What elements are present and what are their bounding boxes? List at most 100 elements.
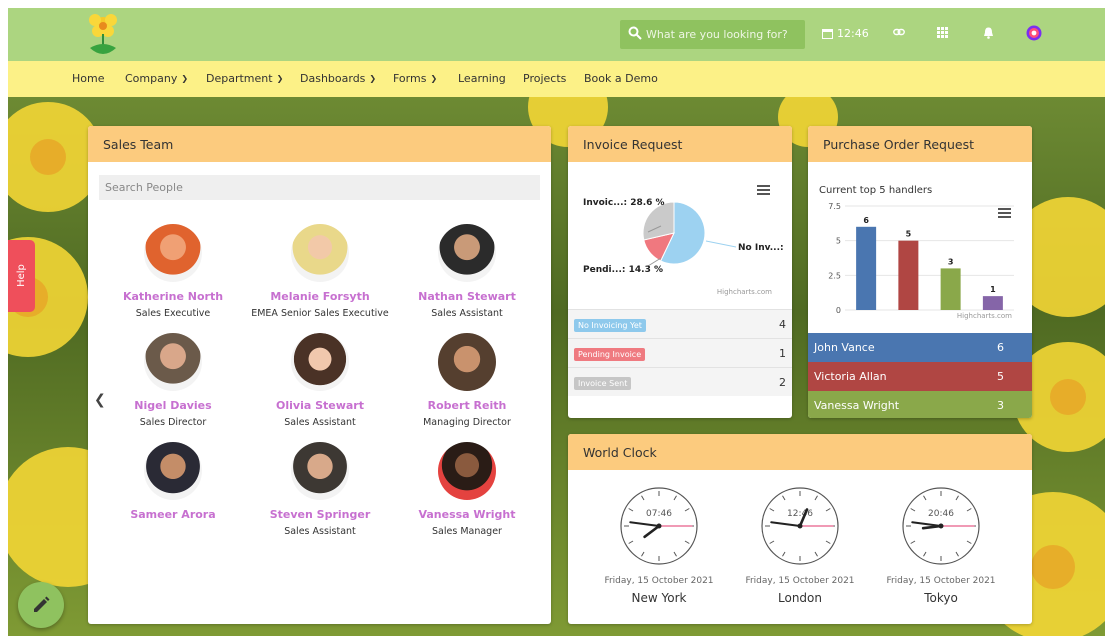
nav-department[interactable]: Department ❯ bbox=[206, 72, 283, 85]
status-badge: Invoice Sent bbox=[574, 377, 632, 390]
invoice-status-row[interactable]: No Invoicing Yet 4 bbox=[568, 309, 792, 338]
global-search[interactable] bbox=[620, 20, 805, 49]
person-card[interactable]: Katherine North Sales Executive bbox=[98, 224, 248, 319]
avatar bbox=[144, 333, 202, 391]
person-card[interactable]: Vanessa Wright Sales Manager bbox=[392, 442, 542, 537]
y-tick-label: 2.5 bbox=[828, 271, 841, 280]
invoice-status-row[interactable]: Invoice Sent 2 bbox=[568, 367, 792, 396]
clock-date: Friday, 15 October 2021 bbox=[886, 576, 996, 586]
person-name[interactable]: Vanessa Wright bbox=[392, 508, 542, 521]
chart-credit: Highcharts.com bbox=[957, 312, 1012, 320]
handler-name: John Vance bbox=[814, 341, 875, 354]
avatar bbox=[438, 333, 496, 391]
global-search-input[interactable] bbox=[646, 24, 798, 45]
chart-menu-icon[interactable] bbox=[998, 208, 1011, 218]
person-role: Sales Assistant bbox=[284, 417, 356, 428]
bar[interactable] bbox=[856, 226, 877, 310]
person-card[interactable]: Robert Reith Managing Director bbox=[392, 333, 542, 428]
handler-row[interactable]: Victoria Allan 5 bbox=[808, 362, 1032, 391]
nav-company[interactable]: Company ❯ bbox=[125, 72, 188, 85]
apps-grid-icon[interactable] bbox=[937, 27, 948, 38]
avatar bbox=[291, 442, 349, 500]
person-name[interactable]: Steven Springer bbox=[245, 508, 395, 521]
pie-label-pending: Pendi...: 14.3 % bbox=[583, 265, 663, 275]
bar[interactable] bbox=[982, 296, 1003, 310]
nav-projects[interactable]: Projects bbox=[523, 72, 566, 85]
person-role: EMEA Senior Sales Executive bbox=[251, 308, 389, 319]
handler-count: 6 bbox=[997, 341, 1004, 354]
handler-name: Victoria Allan bbox=[814, 370, 887, 383]
bar[interactable] bbox=[898, 240, 919, 310]
nav-forms[interactable]: Forms ❯ bbox=[393, 72, 437, 85]
nav-home[interactable]: Home bbox=[72, 72, 104, 85]
handler-row[interactable]: John Vance 6 bbox=[808, 333, 1032, 362]
person-name[interactable]: Olivia Stewart bbox=[245, 399, 395, 412]
invoice-status-row[interactable]: Pending Invoice 1 bbox=[568, 338, 792, 367]
clock-city: Tokyo bbox=[924, 591, 958, 605]
search-icon[interactable] bbox=[628, 26, 642, 43]
person-name[interactable]: Sameer Arora bbox=[98, 508, 248, 521]
status-badge: No Invoicing Yet bbox=[574, 319, 646, 332]
person-card[interactable]: Nigel Davies Sales Director bbox=[98, 333, 248, 428]
status-badge: Pending Invoice bbox=[574, 348, 646, 361]
person-name[interactable]: Melanie Forsyth bbox=[245, 290, 395, 303]
panel-title: Sales Team bbox=[88, 126, 551, 162]
bar[interactable] bbox=[940, 268, 961, 310]
avatar bbox=[291, 333, 349, 391]
clock-item: 12:46 Friday, 15 October 2021 London bbox=[725, 484, 875, 605]
clock-item: 20:46 Friday, 15 October 2021 Tokyo bbox=[866, 484, 1016, 605]
analog-clock: 20:46 bbox=[902, 487, 980, 565]
person-role: Sales Assistant bbox=[431, 308, 503, 319]
avatar bbox=[144, 224, 202, 282]
pie-label-sent: Invoic...: 28.6 % bbox=[583, 198, 665, 208]
avatar bbox=[438, 224, 496, 282]
person-role: Sales Assistant bbox=[284, 526, 356, 537]
purchase-bar-chart: Current top 5 handlers 0 2.5 5 7.5 6 5 3 1 Hig… bbox=[819, 185, 1014, 320]
header-clock[interactable]: 12:46 bbox=[822, 27, 869, 40]
panel-title: World Clock bbox=[568, 434, 1032, 470]
bar-value-label: 5 bbox=[906, 230, 912, 239]
handler-row[interactable]: Vanessa Wright 3 bbox=[808, 391, 1032, 418]
help-tab[interactable]: Help bbox=[8, 240, 35, 312]
link-icon[interactable] bbox=[893, 27, 905, 37]
chevron-down-icon: ❯ bbox=[430, 74, 438, 83]
status-count: 1 bbox=[779, 347, 786, 360]
nav-learning[interactable]: Learning bbox=[458, 72, 506, 85]
bar-value-label: 3 bbox=[948, 257, 954, 266]
person-card[interactable]: Melanie Forsyth EMEA Senior Sales Execut… bbox=[245, 224, 395, 319]
bell-icon[interactable] bbox=[983, 27, 994, 39]
people-search-input[interactable] bbox=[99, 175, 540, 200]
status-count: 2 bbox=[779, 376, 786, 389]
person-name[interactable]: Nigel Davies bbox=[98, 399, 248, 412]
person-role: Sales Executive bbox=[135, 308, 211, 319]
daffodil-logo[interactable] bbox=[78, 10, 128, 60]
person-card[interactable]: Olivia Stewart Sales Assistant bbox=[245, 333, 395, 428]
nav-dashboards[interactable]: Dashboards ❯ bbox=[300, 72, 376, 85]
pie-leader-line bbox=[705, 240, 737, 248]
person-name[interactable]: Robert Reith bbox=[392, 399, 542, 412]
y-tick-label: 7.5 bbox=[828, 202, 841, 211]
world-clock-panel: World Clock 07:46 Friday, 15 October 202… bbox=[568, 434, 1032, 624]
person-name[interactable]: Katherine North bbox=[98, 290, 248, 303]
clock-center bbox=[938, 523, 944, 529]
user-avatar-icon[interactable] bbox=[1026, 25, 1042, 41]
nav-book-demo[interactable]: Book a Demo bbox=[584, 72, 658, 85]
chart-menu-icon[interactable] bbox=[757, 185, 770, 195]
digital-time: 07:46 bbox=[646, 509, 672, 519]
chevron-down-icon: ❯ bbox=[369, 74, 377, 83]
purchase-order-panel: Purchase Order Request Current top 5 han… bbox=[808, 126, 1032, 418]
panel-title: Invoice Request bbox=[568, 126, 792, 162]
clock-date: Friday, 15 October 2021 bbox=[745, 576, 855, 586]
person-card[interactable]: Sameer Arora bbox=[98, 442, 248, 526]
person-card[interactable]: Nathan Stewart Sales Assistant bbox=[392, 224, 542, 319]
clock-item: 07:46 Friday, 15 October 2021 New York bbox=[584, 484, 734, 605]
y-tick-label: 5 bbox=[836, 237, 841, 246]
edit-button[interactable] bbox=[18, 582, 64, 628]
main-nav: Home Company ❯ Department ❯ Dashboards ❯ Fo… bbox=[8, 61, 1105, 97]
y-tick-label: 0 bbox=[836, 306, 841, 315]
person-name[interactable]: Nathan Stewart bbox=[392, 290, 542, 303]
chevron-down-icon: ❯ bbox=[276, 74, 284, 83]
person-card[interactable]: Steven Springer Sales Assistant bbox=[245, 442, 395, 537]
person-role: Sales Director bbox=[139, 417, 207, 428]
person-role: Sales Manager bbox=[432, 526, 502, 537]
